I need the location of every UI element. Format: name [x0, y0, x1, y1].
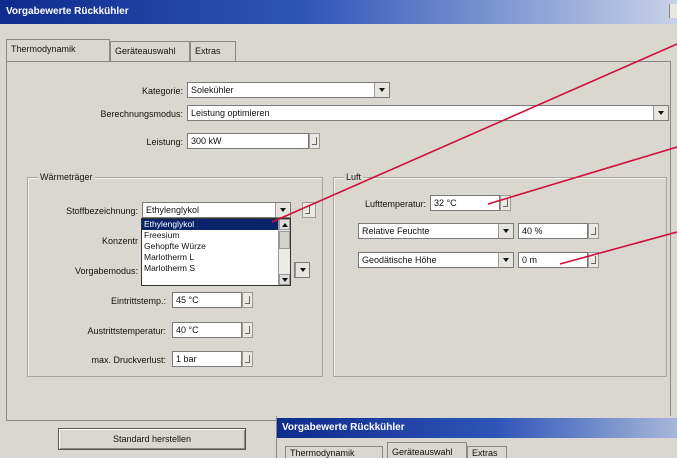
feuchte-mode-select[interactable]: Relative Feuchte	[358, 223, 514, 239]
leistung-input[interactable]: 300 kW	[187, 133, 309, 149]
druckverlust-input[interactable]: 1 bar	[172, 351, 242, 367]
druckverlust-label: max. Druckverlust:	[91, 355, 166, 365]
kategorie-select[interactable]: Solekühler	[187, 82, 390, 98]
kategorie-label: Kategorie:	[141, 86, 183, 96]
stoff-spinner[interactable]	[302, 202, 316, 218]
vorgabemodus-select[interactable]	[294, 262, 310, 278]
druckverlust-spinner[interactable]	[242, 351, 253, 367]
chevron-down-icon[interactable]	[498, 224, 513, 238]
luft-title: Luft	[344, 172, 364, 182]
hoehe-input[interactable]: 0 m	[518, 252, 588, 268]
lufttemperatur-spinner[interactable]	[500, 195, 511, 211]
tab-extras[interactable]: Extras	[190, 41, 236, 61]
thermodynamik-panel: Kategorie: Solekühler Berechnungsmodus: …	[6, 61, 671, 421]
hoehe-mode-value: Geodätische Höhe	[362, 255, 437, 265]
konzentration-label: Konzentr	[101, 236, 138, 246]
chevron-down-icon[interactable]	[653, 106, 668, 120]
feuchte-spinner[interactable]	[588, 223, 599, 239]
eintritt-spinner[interactable]	[242, 292, 253, 308]
waermetraeger-title: Wärmeträger	[38, 172, 95, 182]
berechnungsmodus-select[interactable]: Leistung optimieren	[187, 105, 669, 121]
scroll-up-icon[interactable]	[279, 219, 290, 230]
eintritt-label: Eintrittstemp.:	[110, 296, 166, 306]
scroll-thumb[interactable]	[279, 231, 290, 249]
list-item[interactable]: Ethylenglykol	[142, 219, 290, 230]
close-icon[interactable]	[669, 4, 677, 18]
berechnungsmodus-label: Berechnungsmodus:	[100, 109, 183, 119]
standard-herstellen-button[interactable]: Standard herstellen	[58, 428, 246, 450]
chevron-down-icon[interactable]	[295, 263, 309, 277]
list-scrollbar[interactable]	[278, 219, 290, 285]
chevron-down-icon[interactable]	[498, 253, 513, 267]
scroll-down-icon[interactable]	[279, 274, 290, 285]
window-title: Vorgabewerte Rückkühler	[0, 0, 677, 24]
lufttemperatur-label: Lufttemperatur:	[364, 199, 426, 209]
list-item[interactable]: Gehopfte Würze	[142, 241, 290, 252]
vorgabemodus-label: Vorgabemodus:	[74, 266, 138, 276]
luft-group: Luft Lufttemperatur: 32 °C Relative Feuc…	[333, 172, 667, 377]
second-window-title: Vorgabewerte Rückkühler	[277, 418, 677, 438]
second-tab-extras[interactable]: Extras	[467, 446, 507, 458]
second-tab-thermodynamik[interactable]: Thermodynamik	[285, 446, 383, 458]
feuchte-input[interactable]: 40 %	[518, 223, 588, 239]
list-item[interactable]: Marlotherm L	[142, 252, 290, 263]
stoffbezeichnung-label: Stoffbezeichnung:	[66, 206, 138, 216]
dialog-window: Vorgabewerte Rückkühler Thermodynamik Ge…	[0, 0, 677, 458]
eintritt-input[interactable]: 45 °C	[172, 292, 242, 308]
berechnungsmodus-value: Leistung optimieren	[191, 108, 270, 118]
list-item[interactable]: Freesium	[142, 230, 290, 241]
tab-geraeteauswahl[interactable]: Geräteauswahl	[110, 41, 190, 61]
austritt-spinner[interactable]	[242, 322, 253, 338]
feuchte-mode-value: Relative Feuchte	[362, 226, 430, 236]
stoffbezeichnung-select[interactable]: Ethylenglykol	[142, 202, 291, 218]
lufttemperatur-input[interactable]: 32 °C	[430, 195, 500, 211]
austritt-input[interactable]: 40 °C	[172, 322, 242, 338]
austritt-label: Austrittstemperatur:	[87, 326, 166, 336]
chevron-down-icon[interactable]	[374, 83, 389, 97]
tab-thermodynamik[interactable]: Thermodynamik	[6, 39, 110, 62]
leistung-label: Leistung:	[146, 137, 183, 147]
hoehe-spinner[interactable]	[588, 252, 599, 268]
chevron-down-icon[interactable]	[275, 203, 290, 217]
stoffbezeichnung-dropdown-list[interactable]: Ethylenglykol Freesium Gehopfte Würze Ma…	[141, 218, 291, 286]
second-dialog-window: Vorgabewerte Rückkühler Thermodynamik Ge…	[276, 416, 677, 458]
kategorie-value: Solekühler	[191, 85, 234, 95]
list-item[interactable]: Marlotherm S	[142, 263, 290, 274]
leistung-spinner[interactable]	[309, 133, 320, 149]
stoffbezeichnung-value: Ethylenglykol	[146, 205, 200, 215]
hoehe-mode-select[interactable]: Geodätische Höhe	[358, 252, 514, 268]
second-tab-geraeteauswahl[interactable]: Geräteauswahl	[387, 442, 467, 458]
